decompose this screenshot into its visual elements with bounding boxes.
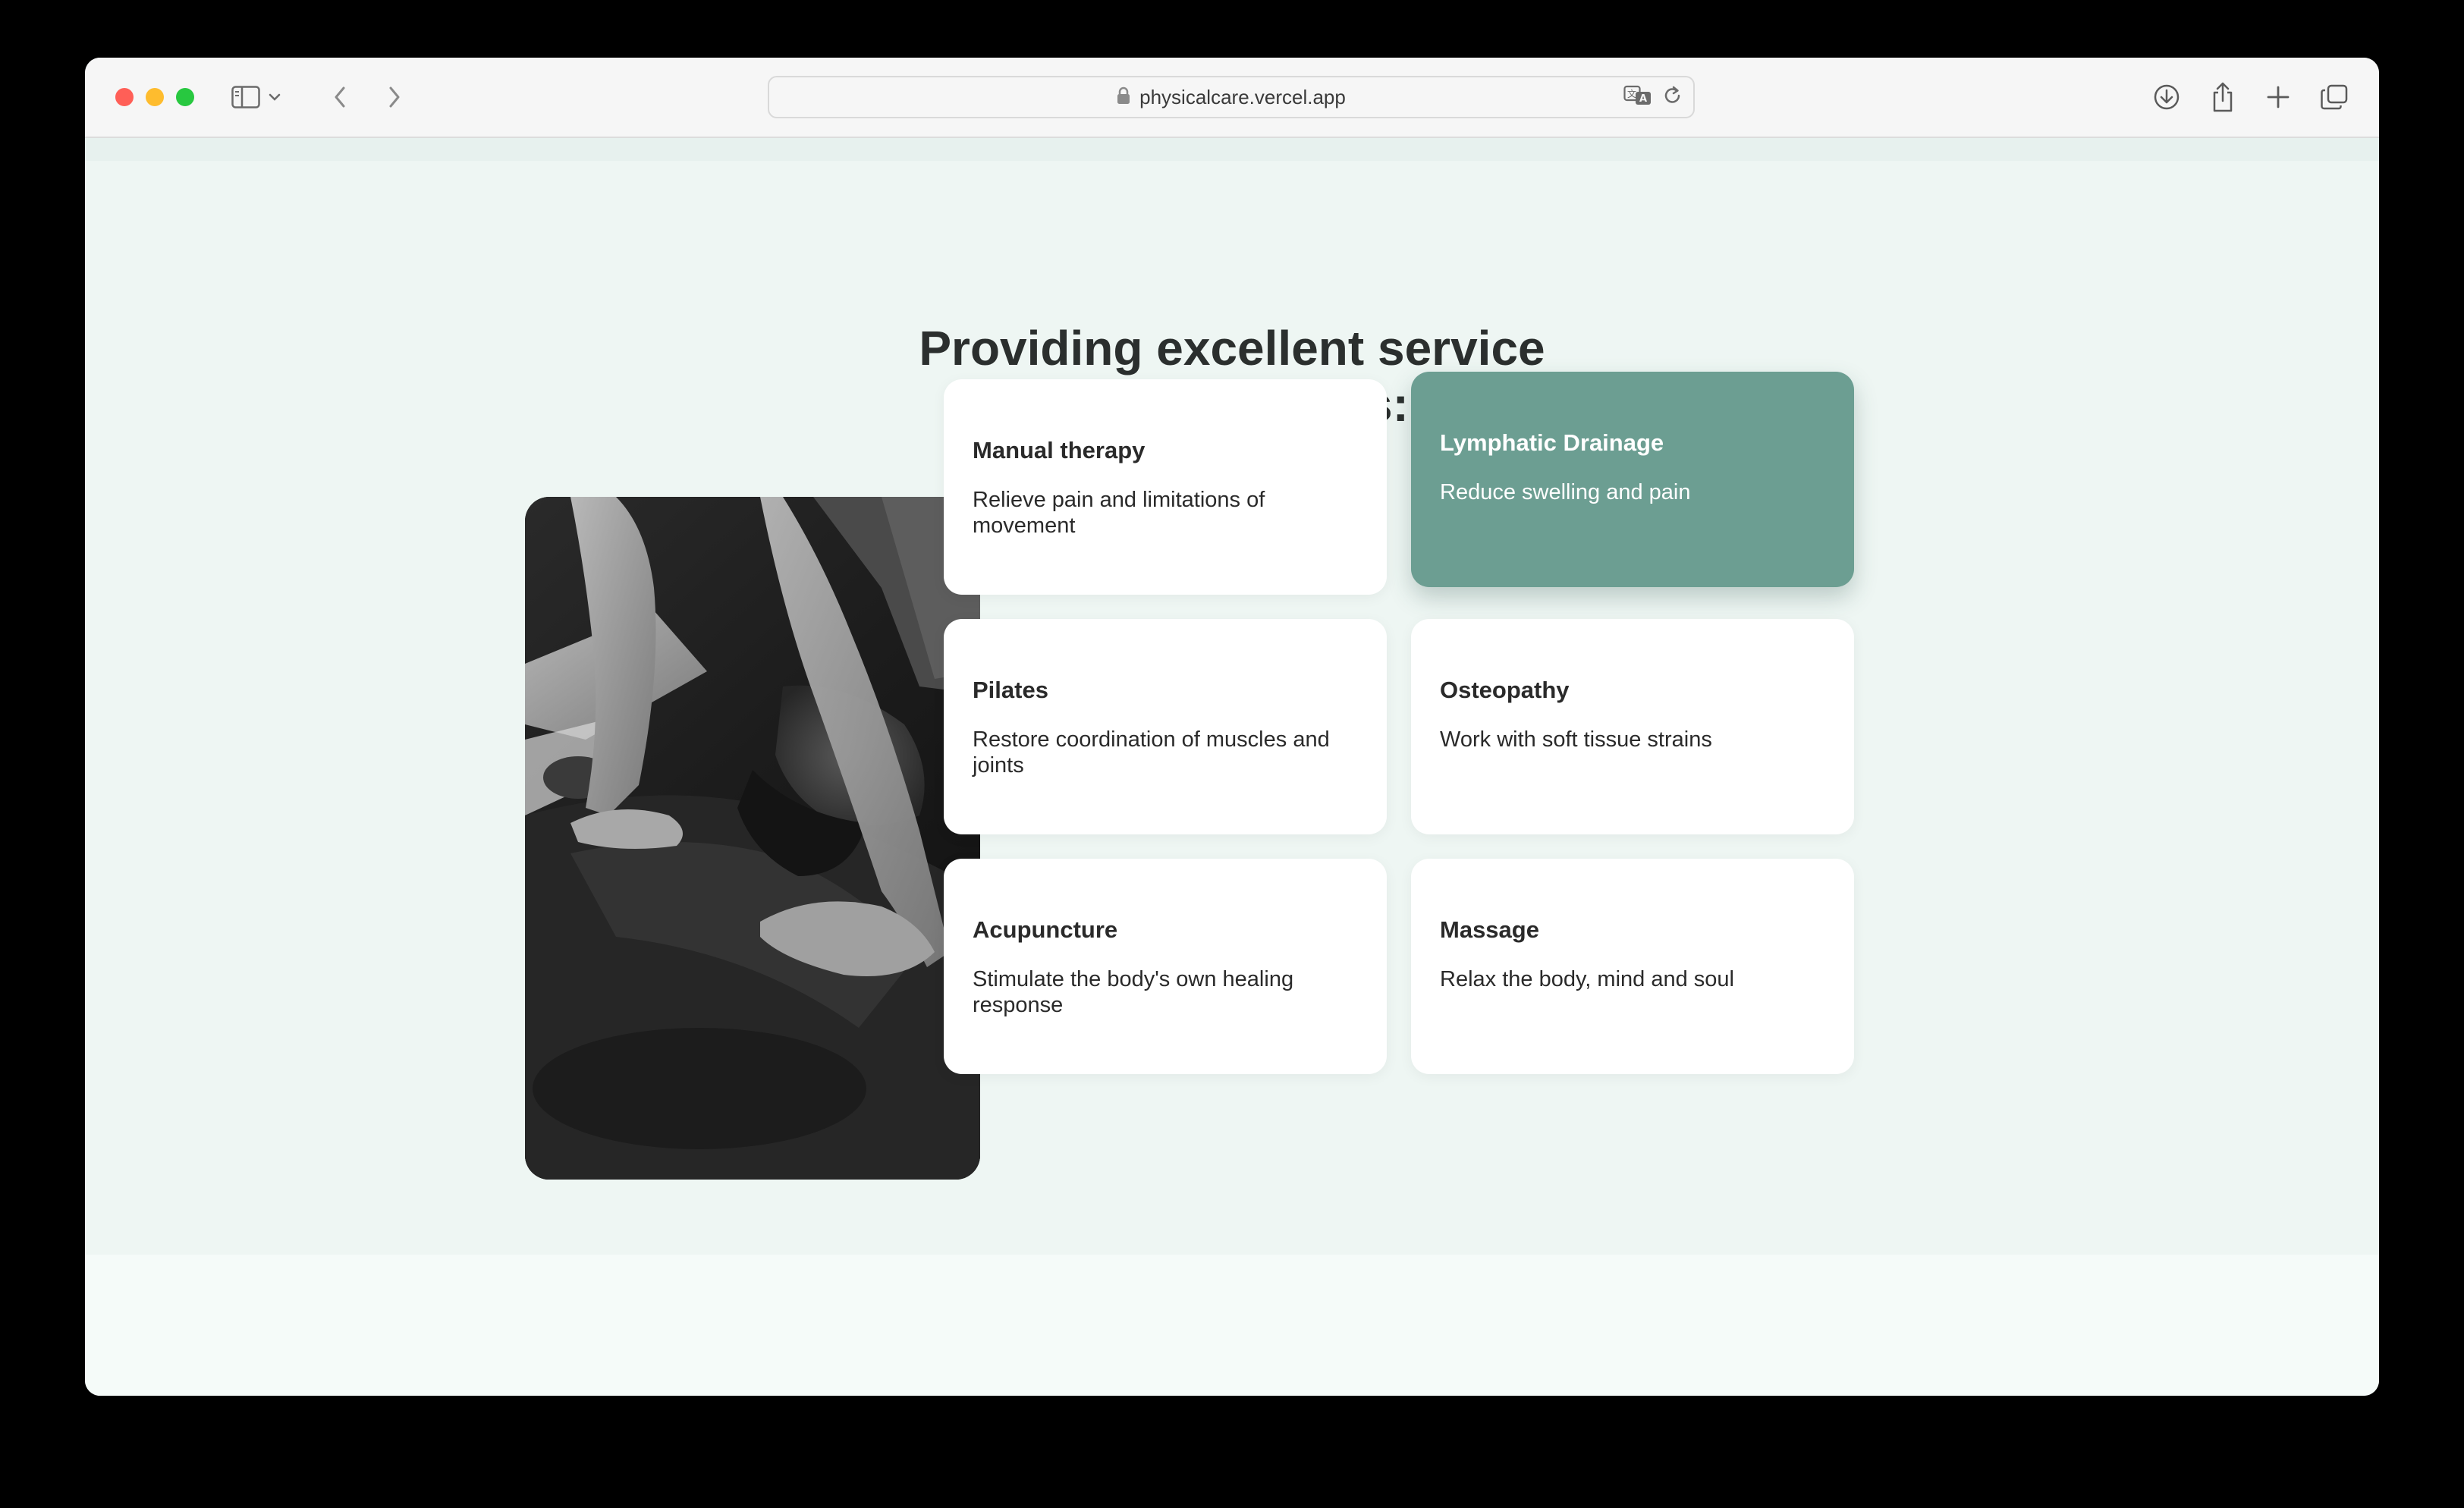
heading-line-1: Providing excellent service [919, 321, 1545, 375]
address-bar[interactable]: physicalcare.vercel.app 文A [768, 76, 1695, 118]
service-title: Pilates [973, 677, 1048, 703]
service-description: Restore coordination of muscles and join… [973, 727, 1330, 778]
share-icon[interactable] [2206, 80, 2239, 114]
browser-window: physicalcare.vercel.app 文A Providing exc… [85, 58, 2379, 1396]
service-card-acupuncture[interactable]: Acupuncture Stimulate the body's own heal… [944, 859, 1387, 1074]
service-title: Lymphatic Drainage [1440, 429, 1664, 456]
sidebar-icon[interactable] [229, 80, 262, 114]
service-description: Work with soft tissue strains [1440, 727, 1712, 752]
browser-toolbar: physicalcare.vercel.app 文A [85, 58, 2379, 138]
chevron-right-icon[interactable] [378, 80, 411, 114]
previous-section-edge [85, 138, 2379, 161]
maximize-window-button[interactable] [176, 88, 194, 106]
service-description: Reduce swelling and pain [1440, 480, 1691, 504]
service-card-lymphatic-drainage[interactable]: Lymphatic Drainage Reduce swelling and pa… [1411, 372, 1854, 587]
download-icon[interactable] [2150, 80, 2183, 114]
service-description: Relieve pain and limitations of movement [973, 488, 1265, 538]
service-title: Massage [1440, 916, 1539, 943]
massage-photo [525, 497, 980, 1180]
chevron-left-icon[interactable] [323, 80, 357, 114]
service-title: Acupuncture [973, 916, 1118, 943]
translate-icon[interactable]: 文A [1623, 85, 1652, 110]
service-card-pilates[interactable]: Pilates Restore coordination of muscles a… [944, 619, 1387, 834]
tabs-overview-icon[interactable] [2318, 80, 2351, 114]
svg-text:A: A [1639, 93, 1647, 105]
svg-text:文: 文 [1627, 88, 1636, 99]
lock-icon [1117, 86, 1130, 108]
minimize-window-button[interactable] [146, 88, 164, 106]
service-card-massage[interactable]: Massage Relax the body, mind and soul [1411, 859, 1854, 1074]
url-text: physicalcare.vercel.app [1139, 85, 1346, 108]
service-description: Relax the body, mind and soul [1440, 967, 1734, 991]
reload-icon[interactable] [1663, 85, 1683, 110]
plus-icon[interactable] [2261, 80, 2295, 114]
chevron-down-icon[interactable] [264, 80, 285, 114]
service-card-osteopathy[interactable]: Osteopathy Work with soft tissue strains [1411, 619, 1854, 834]
service-description: Stimulate the body's own healing respons… [973, 967, 1294, 1017]
service-card-manual-therapy[interactable]: Manual therapy Relieve pain and limitatio… [944, 379, 1387, 595]
service-title: Osteopathy [1440, 677, 1570, 703]
close-window-button[interactable] [115, 88, 134, 106]
service-title: Manual therapy [973, 437, 1146, 463]
page-content: Providing excellent service to our patie… [85, 138, 2379, 1396]
